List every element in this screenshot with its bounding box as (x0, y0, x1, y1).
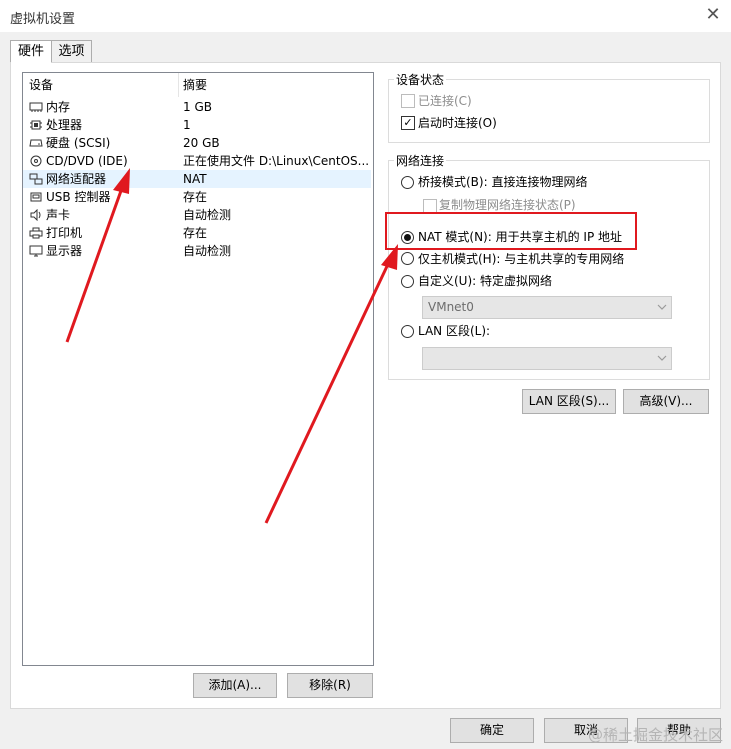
arrowhead-icon (113, 168, 130, 194)
watermark: @稀土掘金技术社区 (587, 726, 723, 744)
annotation-arrows (65, 168, 398, 524)
tab-hardware[interactable]: 硬件 (10, 40, 52, 63)
arrowhead-icon (381, 244, 398, 270)
arrow-to-nat-mode (264, 261, 391, 524)
arrow-to-network-adapter (65, 187, 124, 343)
